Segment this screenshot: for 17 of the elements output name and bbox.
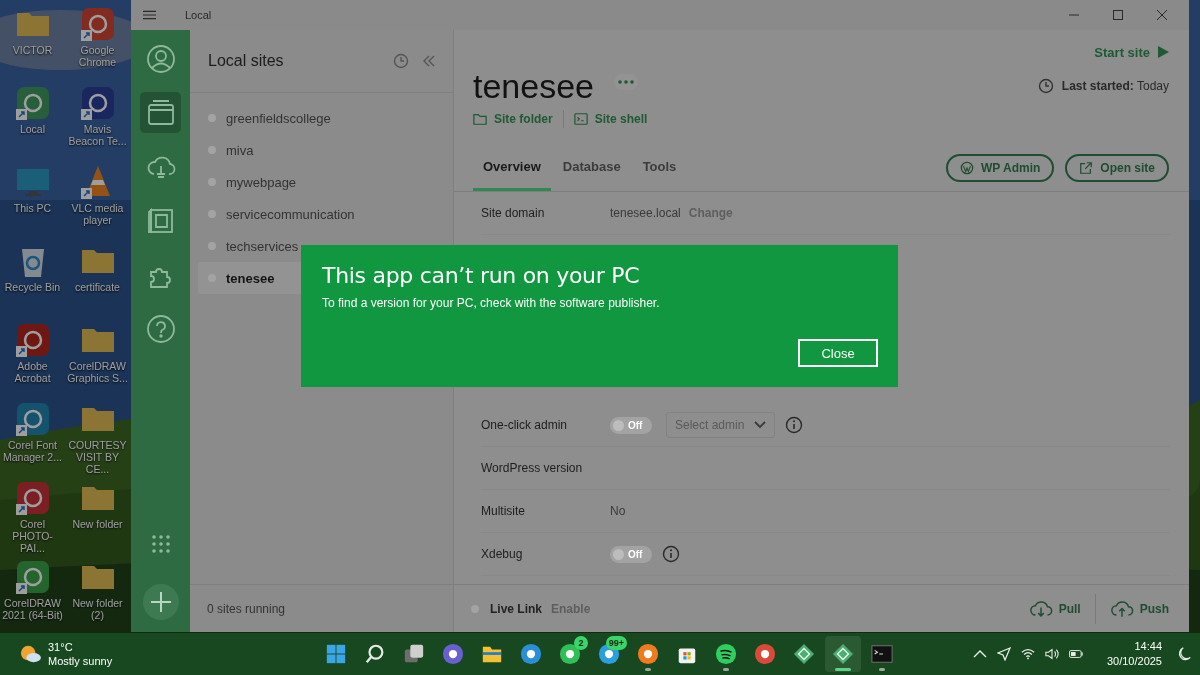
field-value: tenesee.local	[610, 206, 681, 220]
field-label: Multisite	[481, 504, 526, 518]
field-value: No	[610, 504, 626, 518]
last-started-text: Last started: Today	[1061, 79, 1169, 93]
status-text: 0 sites running	[207, 601, 286, 616]
field-label: Site domain	[481, 206, 546, 220]
field-label: One-click admin	[481, 418, 569, 432]
panel-title: Local sites	[208, 52, 284, 70]
dialog-title: This app can’t run on your PC	[322, 263, 640, 288]
dialog-message: To find a version for your PC, check with the software publisher.	[322, 296, 660, 310]
field-label: Xdebug	[481, 547, 524, 561]
live-link-label: Live Link	[490, 601, 542, 616]
field-label: WordPress version	[481, 461, 584, 475]
window-title: Local	[185, 9, 212, 21]
site-title: tenesee	[473, 66, 594, 106]
notification-badge: 99+	[605, 636, 627, 650]
notification-badge: 2	[574, 636, 588, 650]
